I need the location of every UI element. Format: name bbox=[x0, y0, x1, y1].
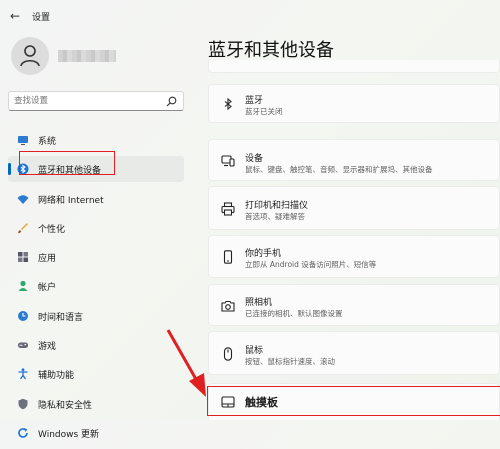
update-icon bbox=[18, 427, 28, 438]
sidebar-item-windows-update[interactable]: Windows 更新 bbox=[8, 420, 184, 446]
sidebar-item-label: Windows 更新 bbox=[38, 429, 100, 440]
annotation-arrow bbox=[166, 329, 206, 397]
